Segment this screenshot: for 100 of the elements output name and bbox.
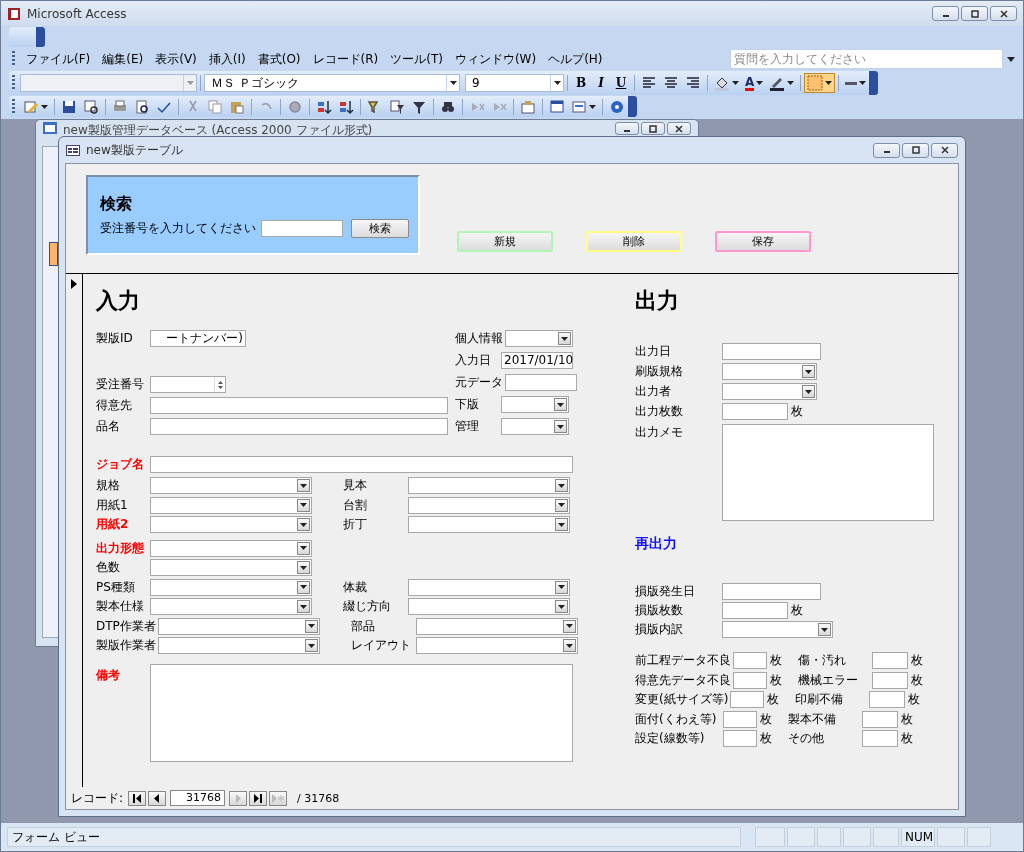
font-combo-box[interactable]: ＭＳ Ｐゴシック xyxy=(204,74,460,92)
text-field[interactable] xyxy=(723,710,757,728)
text-field[interactable] xyxy=(862,730,898,747)
field-label: 入力日 xyxy=(455,352,492,369)
form-button[interactable]: 削除 xyxy=(586,231,682,252)
dropdown-button[interactable] xyxy=(297,479,310,492)
field-label: 出力枚数 xyxy=(635,403,684,420)
minimize-button[interactable] xyxy=(932,6,959,21)
dropdown-button[interactable] xyxy=(554,398,567,411)
text-field[interactable] xyxy=(722,583,821,600)
first-record-button[interactable] xyxy=(128,790,147,806)
selected-object-item[interactable] xyxy=(49,242,58,266)
last-record-button[interactable] xyxy=(249,790,268,806)
font-size-combo-box[interactable]: 9 xyxy=(465,74,564,92)
dropdown-button[interactable] xyxy=(563,639,576,652)
memo-field[interactable] xyxy=(150,664,573,762)
unit-label: 枚 xyxy=(760,730,772,747)
memo-field[interactable] xyxy=(722,424,934,521)
dropdown-button[interactable] xyxy=(818,623,831,636)
dropdown-button[interactable] xyxy=(802,365,815,378)
menu-item[interactable]: ツール(T) xyxy=(384,50,449,68)
restore-button[interactable] xyxy=(641,122,665,135)
window-title: new製版テーブル xyxy=(86,141,183,159)
dropdown-button[interactable] xyxy=(304,619,318,633)
help-search-field[interactable]: 質問を入力してください xyxy=(730,49,1003,69)
menu-item[interactable]: ウィンドウ(W) xyxy=(448,50,543,68)
toolbar-options-button[interactable] xyxy=(869,71,879,95)
menu-item[interactable]: ファイル(F) xyxy=(20,50,97,68)
text-field[interactable] xyxy=(862,710,898,728)
search-button[interactable]: 検索 xyxy=(351,219,409,238)
minimize-button[interactable] xyxy=(615,122,639,135)
field-label: 折丁 xyxy=(343,516,368,533)
previous-record-button[interactable] xyxy=(148,790,167,806)
dropdown-button[interactable] xyxy=(555,498,568,512)
database-icon xyxy=(43,122,57,134)
unit-label: 枚 xyxy=(767,691,780,708)
menu-item[interactable]: レコード(R) xyxy=(306,50,385,68)
text-field[interactable] xyxy=(505,374,577,391)
spin-button[interactable] xyxy=(214,377,225,392)
text-style-button[interactable]: U xyxy=(611,73,631,93)
dropdown-button[interactable] xyxy=(297,600,310,613)
text-field[interactable] xyxy=(722,343,821,360)
font-color-button[interactable]: A xyxy=(742,73,767,93)
dropdown-button[interactable] xyxy=(297,580,310,594)
status-panel xyxy=(755,827,785,847)
status-panel: フォーム ビュー xyxy=(7,827,741,847)
close-button[interactable] xyxy=(667,122,691,135)
form-button[interactable]: 保存 xyxy=(715,231,811,252)
dropdown-button[interactable] xyxy=(802,385,815,398)
text-field[interactable] xyxy=(723,730,757,747)
dropdown-button[interactable] xyxy=(558,332,571,345)
dropdown-button[interactable] xyxy=(562,619,576,633)
field-label: 傷・汚れ xyxy=(798,652,847,669)
search-field[interactable] xyxy=(261,220,343,237)
dropdown-button[interactable] xyxy=(555,600,568,613)
help-icon xyxy=(609,98,625,115)
text-style-button[interactable]: I xyxy=(591,73,611,93)
dropdown-button[interactable] xyxy=(554,420,567,433)
dropdown-button[interactable] xyxy=(555,580,568,594)
text-field[interactable] xyxy=(722,602,788,619)
text-field[interactable] xyxy=(150,418,448,435)
text-field[interactable]: 2017/01/10 xyxy=(501,352,573,369)
minimize-button[interactable] xyxy=(873,142,900,158)
dropdown-button[interactable] xyxy=(297,541,310,555)
dropdown-button[interactable] xyxy=(297,498,310,512)
menu-item[interactable]: ヘルプ(H) xyxy=(542,50,609,68)
close-button[interactable] xyxy=(990,6,1017,21)
text-field[interactable] xyxy=(733,652,767,669)
menu-item[interactable]: 表示(V) xyxy=(149,50,203,68)
menu-item[interactable]: 書式(O) xyxy=(251,50,307,68)
unit-label: 枚 xyxy=(901,730,913,747)
record-number-field[interactable]: 31768 xyxy=(170,790,226,806)
text-field[interactable] xyxy=(872,671,908,689)
dropdown-button[interactable] xyxy=(555,518,568,531)
text-field[interactable] xyxy=(869,691,906,708)
text-field[interactable] xyxy=(722,403,788,420)
status-panel xyxy=(817,827,841,847)
menu-item[interactable]: 編集(E) xyxy=(96,50,150,68)
filter-form-icon xyxy=(389,98,405,115)
dropdown-button[interactable] xyxy=(297,518,310,531)
restore-button[interactable] xyxy=(902,142,929,158)
form-button[interactable]: 新規 xyxy=(457,231,553,252)
dropdown-arrow-icon[interactable] xyxy=(1007,56,1015,62)
text-field[interactable] xyxy=(733,671,767,689)
dropdown-button[interactable] xyxy=(305,639,318,652)
border-color-button[interactable] xyxy=(804,73,836,93)
close-button[interactable] xyxy=(931,142,958,158)
text-style-button[interactable]: B xyxy=(571,73,591,93)
text-field[interactable]: ートナンバー) xyxy=(150,330,246,347)
menu-item[interactable]: 挿入(I) xyxy=(202,50,252,68)
text-field[interactable] xyxy=(150,397,448,414)
dropdown-button[interactable] xyxy=(297,561,310,574)
caret-icon xyxy=(300,483,307,488)
table-search-icon xyxy=(83,98,99,115)
dropdown-button[interactable] xyxy=(555,479,568,492)
spin-field[interactable] xyxy=(150,376,226,393)
text-field[interactable] xyxy=(150,456,573,473)
restore-button[interactable] xyxy=(961,6,988,21)
text-field[interactable] xyxy=(872,652,908,669)
text-field[interactable] xyxy=(730,691,765,708)
